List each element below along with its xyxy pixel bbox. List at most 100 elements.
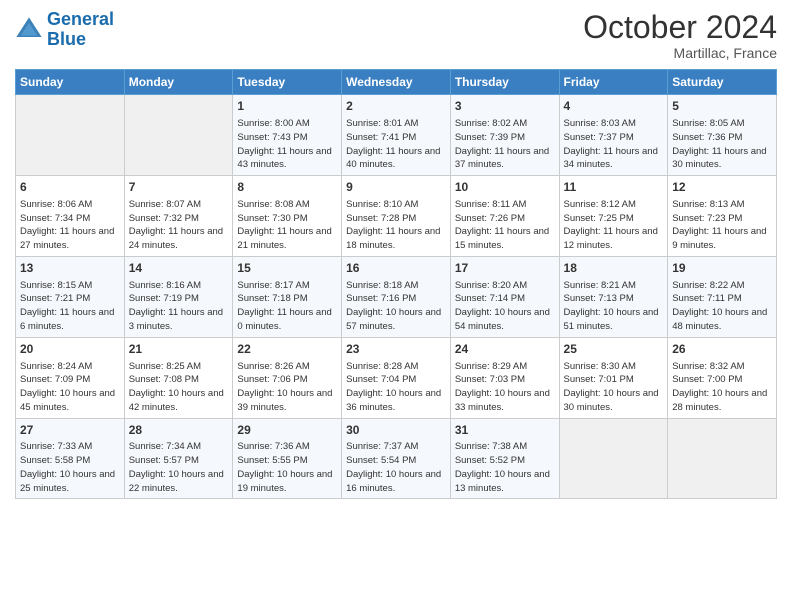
day-cell bbox=[16, 95, 125, 176]
day-info: Sunrise: 8:07 AM Sunset: 7:32 PM Dayligh… bbox=[129, 198, 229, 253]
day-number: 20 bbox=[20, 341, 120, 358]
day-number: 18 bbox=[564, 260, 664, 277]
day-cell: 16 Sunrise: 8:18 AM Sunset: 7:16 PM Dayli… bbox=[342, 256, 451, 337]
col-header-friday: Friday bbox=[559, 70, 668, 95]
day-info: Sunrise: 8:08 AM Sunset: 7:30 PM Dayligh… bbox=[237, 198, 337, 253]
header-row: SundayMondayTuesdayWednesdayThursdayFrid… bbox=[16, 70, 777, 95]
logo-blue: Blue bbox=[47, 29, 86, 49]
day-number: 12 bbox=[672, 179, 772, 196]
day-info: Sunrise: 8:06 AM Sunset: 7:34 PM Dayligh… bbox=[20, 198, 120, 253]
page: General Blue October 2024 Martillac, Fra… bbox=[0, 0, 792, 612]
day-cell: 23 Sunrise: 8:28 AM Sunset: 7:04 PM Dayli… bbox=[342, 337, 451, 418]
day-number: 2 bbox=[346, 98, 446, 115]
day-cell bbox=[559, 418, 668, 499]
day-cell: 10Sunrise: 8:11 AM Sunset: 7:26 PM Dayli… bbox=[450, 176, 559, 257]
day-number: 9 bbox=[346, 179, 446, 196]
day-number: 27 bbox=[20, 422, 120, 439]
col-header-saturday: Saturday bbox=[668, 70, 777, 95]
day-info: Sunrise: 8:13 AM Sunset: 7:23 PM Dayligh… bbox=[672, 198, 772, 253]
day-number: 21 bbox=[129, 341, 229, 358]
day-info: Sunrise: 8:21 AM Sunset: 7:13 PM Dayligh… bbox=[564, 279, 664, 334]
day-number: 11 bbox=[564, 179, 664, 196]
day-number: 5 bbox=[672, 98, 772, 115]
day-cell: 11Sunrise: 8:12 AM Sunset: 7:25 PM Dayli… bbox=[559, 176, 668, 257]
day-number: 8 bbox=[237, 179, 337, 196]
col-header-thursday: Thursday bbox=[450, 70, 559, 95]
day-cell: 28Sunrise: 7:34 AM Sunset: 5:57 PM Dayli… bbox=[124, 418, 233, 499]
day-info: Sunrise: 8:32 AM Sunset: 7:00 PM Dayligh… bbox=[672, 360, 772, 415]
day-cell: 19 Sunrise: 8:22 AM Sunset: 7:11 PM Dayli… bbox=[668, 256, 777, 337]
day-cell: 21 Sunrise: 8:25 AM Sunset: 7:08 PM Dayli… bbox=[124, 337, 233, 418]
day-cell: 7 Sunrise: 8:07 AM Sunset: 7:32 PM Daylig… bbox=[124, 176, 233, 257]
week-row-1: 1 Sunrise: 8:00 AM Sunset: 7:43 PM Daylig… bbox=[16, 95, 777, 176]
day-number: 13 bbox=[20, 260, 120, 277]
day-cell: 17 Sunrise: 8:20 AM Sunset: 7:14 PM Dayli… bbox=[450, 256, 559, 337]
day-info: Sunrise: 8:26 AM Sunset: 7:06 PM Dayligh… bbox=[237, 360, 337, 415]
day-number: 29 bbox=[237, 422, 337, 439]
day-info: Sunrise: 8:11 AM Sunset: 7:26 PM Dayligh… bbox=[455, 198, 555, 253]
logo-icon bbox=[15, 16, 43, 44]
day-number: 19 bbox=[672, 260, 772, 277]
day-info: Sunrise: 8:03 AM Sunset: 7:37 PM Dayligh… bbox=[564, 117, 664, 172]
day-cell: 12 Sunrise: 8:13 AM Sunset: 7:23 PM Dayli… bbox=[668, 176, 777, 257]
day-info: Sunrise: 8:00 AM Sunset: 7:43 PM Dayligh… bbox=[237, 117, 337, 172]
day-cell: 3Sunrise: 8:02 AM Sunset: 7:39 PM Daylig… bbox=[450, 95, 559, 176]
month-title: October 2024 bbox=[583, 10, 777, 45]
day-info: Sunrise: 8:24 AM Sunset: 7:09 PM Dayligh… bbox=[20, 360, 120, 415]
day-cell: 27Sunrise: 7:33 AM Sunset: 5:58 PM Dayli… bbox=[16, 418, 125, 499]
day-number: 23 bbox=[346, 341, 446, 358]
day-info: Sunrise: 7:34 AM Sunset: 5:57 PM Dayligh… bbox=[129, 440, 229, 495]
day-cell: 18 Sunrise: 8:21 AM Sunset: 7:13 PM Dayli… bbox=[559, 256, 668, 337]
day-number: 4 bbox=[564, 98, 664, 115]
day-number: 1 bbox=[237, 98, 337, 115]
day-info: Sunrise: 8:10 AM Sunset: 7:28 PM Dayligh… bbox=[346, 198, 446, 253]
day-cell: 2 Sunrise: 8:01 AM Sunset: 7:41 PM Daylig… bbox=[342, 95, 451, 176]
day-cell: 26 Sunrise: 8:32 AM Sunset: 7:00 PM Dayli… bbox=[668, 337, 777, 418]
day-info: Sunrise: 8:02 AM Sunset: 7:39 PM Dayligh… bbox=[455, 117, 555, 172]
day-info: Sunrise: 8:25 AM Sunset: 7:08 PM Dayligh… bbox=[129, 360, 229, 415]
day-cell: 9 Sunrise: 8:10 AM Sunset: 7:28 PM Daylig… bbox=[342, 176, 451, 257]
day-number: 7 bbox=[129, 179, 229, 196]
day-info: Sunrise: 8:18 AM Sunset: 7:16 PM Dayligh… bbox=[346, 279, 446, 334]
day-info: Sunrise: 8:01 AM Sunset: 7:41 PM Dayligh… bbox=[346, 117, 446, 172]
col-header-wednesday: Wednesday bbox=[342, 70, 451, 95]
day-cell: 5 Sunrise: 8:05 AM Sunset: 7:36 PM Daylig… bbox=[668, 95, 777, 176]
logo: General Blue bbox=[15, 10, 114, 50]
day-number: 31 bbox=[455, 422, 555, 439]
day-cell: 1 Sunrise: 8:00 AM Sunset: 7:43 PM Daylig… bbox=[233, 95, 342, 176]
day-number: 28 bbox=[129, 422, 229, 439]
day-number: 6 bbox=[20, 179, 120, 196]
day-info: Sunrise: 7:36 AM Sunset: 5:55 PM Dayligh… bbox=[237, 440, 337, 495]
day-number: 14 bbox=[129, 260, 229, 277]
logo-general: General bbox=[47, 9, 114, 29]
day-cell: 13Sunrise: 8:15 AM Sunset: 7:21 PM Dayli… bbox=[16, 256, 125, 337]
day-cell bbox=[124, 95, 233, 176]
day-info: Sunrise: 7:37 AM Sunset: 5:54 PM Dayligh… bbox=[346, 440, 446, 495]
day-info: Sunrise: 8:20 AM Sunset: 7:14 PM Dayligh… bbox=[455, 279, 555, 334]
day-cell: 31Sunrise: 7:38 AM Sunset: 5:52 PM Dayli… bbox=[450, 418, 559, 499]
day-info: Sunrise: 8:22 AM Sunset: 7:11 PM Dayligh… bbox=[672, 279, 772, 334]
day-info: Sunrise: 8:16 AM Sunset: 7:19 PM Dayligh… bbox=[129, 279, 229, 334]
col-header-monday: Monday bbox=[124, 70, 233, 95]
day-number: 25 bbox=[564, 341, 664, 358]
day-info: Sunrise: 8:17 AM Sunset: 7:18 PM Dayligh… bbox=[237, 279, 337, 334]
day-cell: 14 Sunrise: 8:16 AM Sunset: 7:19 PM Dayli… bbox=[124, 256, 233, 337]
day-info: Sunrise: 8:28 AM Sunset: 7:04 PM Dayligh… bbox=[346, 360, 446, 415]
day-cell: 20 Sunrise: 8:24 AM Sunset: 7:09 PM Dayli… bbox=[16, 337, 125, 418]
col-header-sunday: Sunday bbox=[16, 70, 125, 95]
calendar-table: SundayMondayTuesdayWednesdayThursdayFrid… bbox=[15, 69, 777, 499]
col-header-tuesday: Tuesday bbox=[233, 70, 342, 95]
day-number: 30 bbox=[346, 422, 446, 439]
header: General Blue October 2024 Martillac, Fra… bbox=[15, 10, 777, 61]
day-cell: 30Sunrise: 7:37 AM Sunset: 5:54 PM Dayli… bbox=[342, 418, 451, 499]
day-info: Sunrise: 8:05 AM Sunset: 7:36 PM Dayligh… bbox=[672, 117, 772, 172]
day-number: 26 bbox=[672, 341, 772, 358]
day-number: 17 bbox=[455, 260, 555, 277]
location-subtitle: Martillac, France bbox=[583, 45, 777, 61]
day-number: 22 bbox=[237, 341, 337, 358]
day-info: Sunrise: 7:38 AM Sunset: 5:52 PM Dayligh… bbox=[455, 440, 555, 495]
day-cell: 24Sunrise: 8:29 AM Sunset: 7:03 PM Dayli… bbox=[450, 337, 559, 418]
week-row-5: 27Sunrise: 7:33 AM Sunset: 5:58 PM Dayli… bbox=[16, 418, 777, 499]
day-number: 16 bbox=[346, 260, 446, 277]
day-cell: 15Sunrise: 8:17 AM Sunset: 7:18 PM Dayli… bbox=[233, 256, 342, 337]
